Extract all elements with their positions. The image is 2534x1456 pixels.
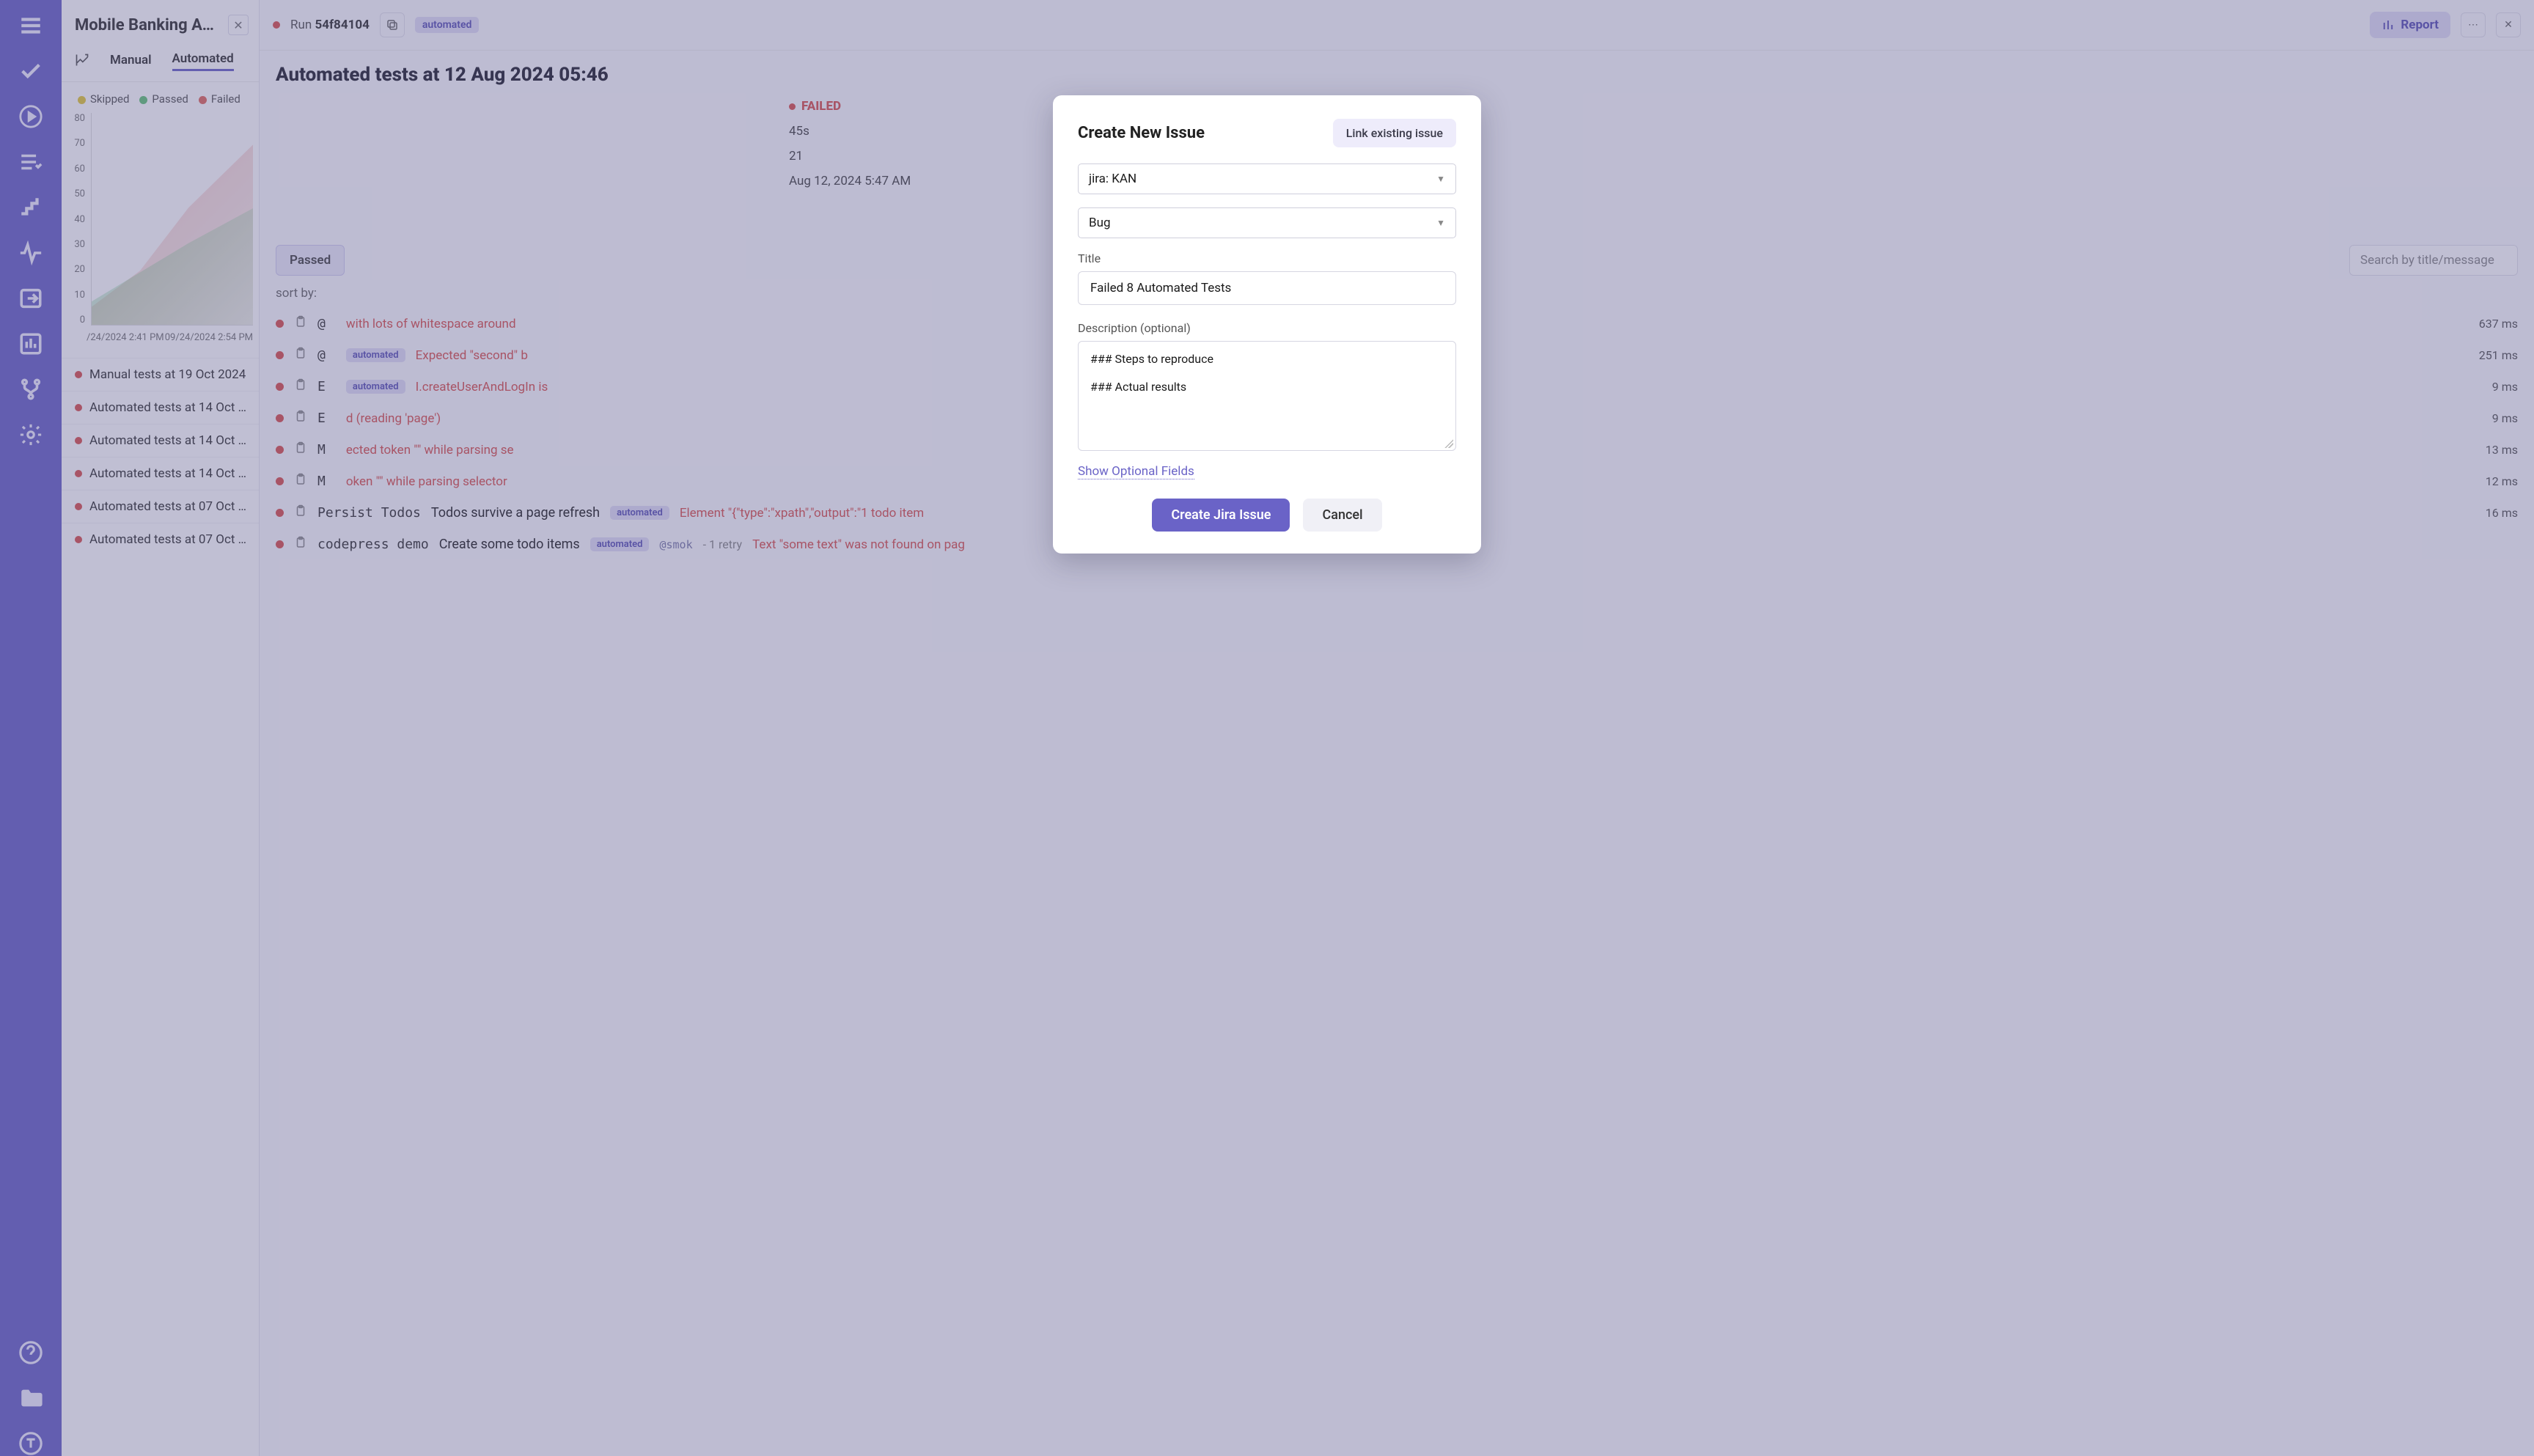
description-label: Description (optional) xyxy=(1078,321,1456,335)
project-select[interactable]: jira: KAN▼ xyxy=(1078,163,1456,194)
link-existing-button[interactable]: Link existing issue xyxy=(1333,119,1456,147)
issue-type-select[interactable]: Bug▼ xyxy=(1078,207,1456,238)
create-jira-issue-button[interactable]: Create Jira Issue xyxy=(1152,499,1290,532)
chevron-down-icon: ▼ xyxy=(1436,174,1445,184)
title-label: Title xyxy=(1078,251,1456,265)
modal-title: Create New Issue xyxy=(1078,124,1205,142)
show-optional-fields-link[interactable]: Show Optional Fields xyxy=(1078,464,1194,479)
create-issue-modal: Create New Issue Link existing issue jir… xyxy=(1053,95,1481,554)
description-textarea[interactable]: ### Steps to reproduce ### Actual result… xyxy=(1078,341,1456,451)
cancel-button[interactable]: Cancel xyxy=(1303,499,1381,532)
title-input[interactable]: Failed 8 Automated Tests xyxy=(1078,271,1456,305)
chevron-down-icon: ▼ xyxy=(1436,218,1445,228)
